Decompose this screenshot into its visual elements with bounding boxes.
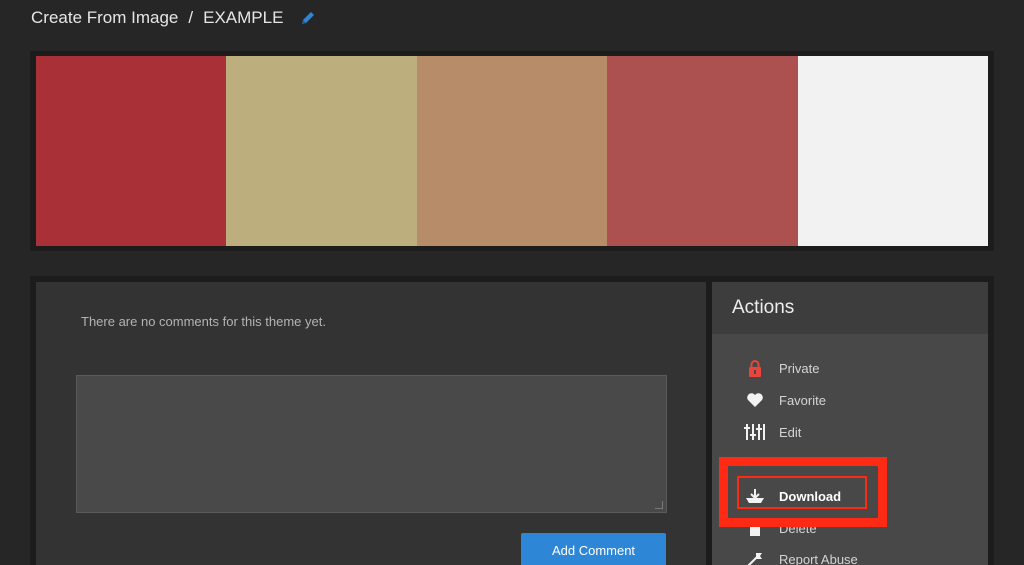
action-label: Edit [779, 424, 802, 440]
action-label: Private [779, 360, 820, 376]
pencil-icon[interactable] [299, 9, 317, 27]
action-label: Report Abuse [779, 551, 858, 565]
add-comment-button[interactable]: Add Comment [521, 533, 666, 565]
action-private[interactable]: Private [744, 358, 819, 378]
color-palette [36, 56, 989, 246]
no-comments-message: There are no comments for this theme yet… [81, 314, 326, 329]
heart-icon [744, 391, 766, 409]
color-swatch[interactable] [416, 56, 608, 246]
action-label: Favorite [779, 392, 826, 408]
action-label: Download [779, 488, 842, 504]
resize-grip-icon[interactable] [655, 501, 663, 509]
action-download[interactable]: Download [744, 486, 841, 506]
breadcrumb-root[interactable]: Create From Image [31, 8, 178, 28]
action-favorite[interactable]: Favorite [744, 390, 826, 410]
download-icon [744, 487, 766, 505]
lock-icon [744, 359, 766, 377]
action-report-abuse[interactable]: Report Abuse [744, 549, 858, 565]
actions-title: Actions [712, 282, 988, 334]
color-swatch[interactable] [797, 56, 989, 246]
flag-icon [744, 550, 766, 565]
action-label: Delete [779, 520, 817, 536]
color-swatch[interactable] [36, 56, 227, 246]
comment-textarea[interactable] [76, 375, 667, 513]
action-edit[interactable]: Edit [744, 422, 801, 442]
comments-panel: There are no comments for this theme yet… [36, 282, 706, 565]
trash-icon [744, 519, 766, 537]
sliders-icon [744, 423, 766, 441]
breadcrumb-separator: / [188, 8, 194, 27]
color-swatch[interactable] [607, 56, 798, 246]
action-delete[interactable]: Delete [744, 518, 817, 538]
theme-name: EXAMPLE [203, 8, 284, 27]
color-swatch[interactable] [226, 56, 417, 246]
breadcrumb: Create From Image / EXAMPLE [31, 7, 317, 29]
